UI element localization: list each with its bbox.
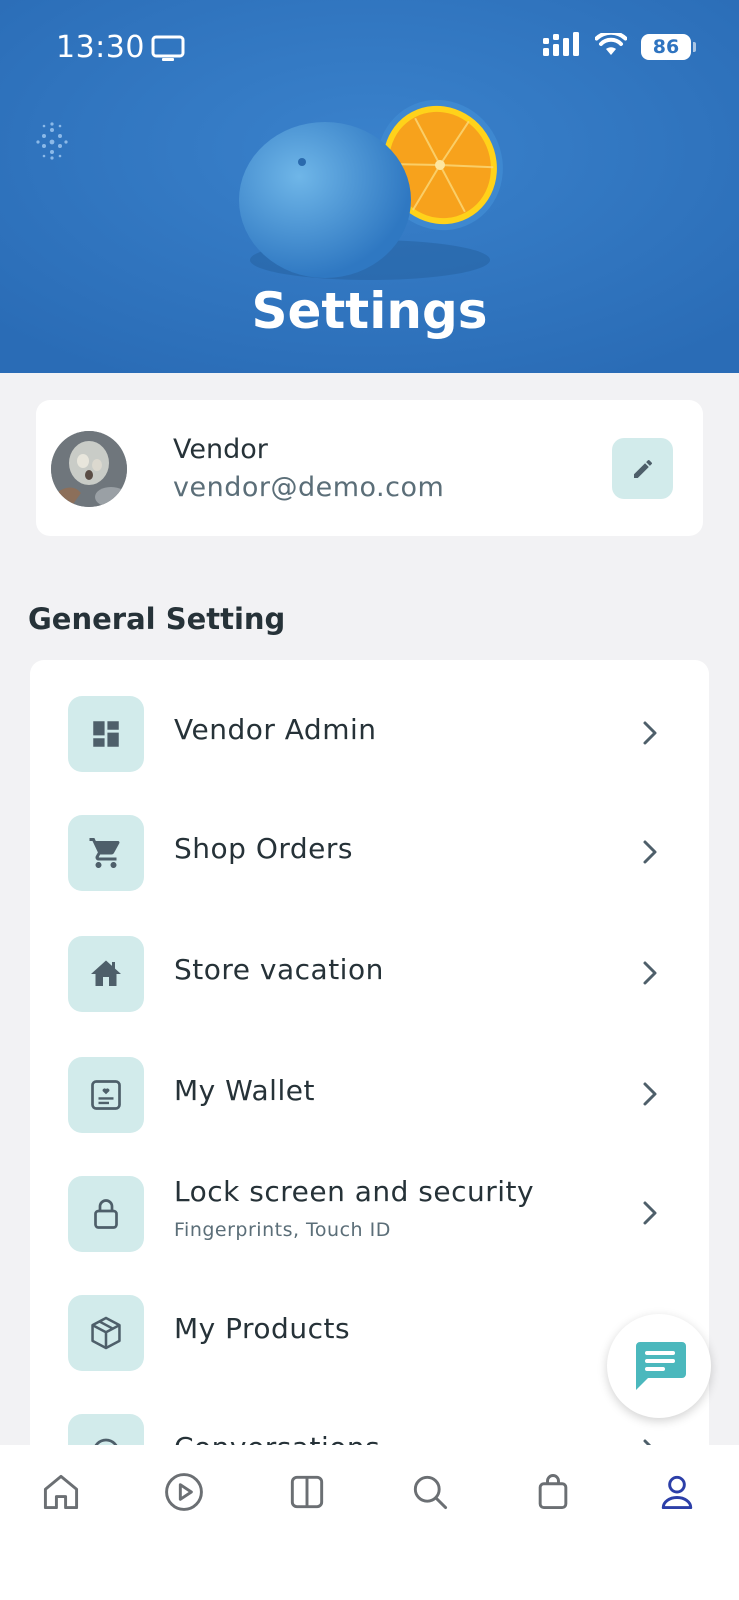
settings-item-label: My Wallet xyxy=(174,1074,315,1107)
cart-icon xyxy=(68,815,144,891)
profile-card[interactable]: Vendor vendor@demo.com xyxy=(36,400,703,536)
status-bar: 13:30 86 xyxy=(0,0,739,100)
status-time: 13:30 xyxy=(56,30,145,65)
settings-item-store-vacation[interactable]: Store vacation xyxy=(30,923,709,1023)
play-icon xyxy=(165,1473,203,1511)
settings-item-label: My Products xyxy=(174,1312,351,1345)
settings-item-label: Lock screen and security xyxy=(174,1175,535,1208)
settings-header: 13:30 86 Settings xyxy=(0,0,739,373)
settings-item-subtitle: Fingerprints, Touch ID xyxy=(174,1219,391,1241)
box-icon xyxy=(68,1295,144,1371)
profile-name: Vendor xyxy=(173,434,268,465)
settings-item-my-wallet[interactable]: My Wallet xyxy=(30,1044,709,1144)
lock-icon xyxy=(68,1176,144,1252)
screen-mirroring-icon xyxy=(151,35,185,67)
message-icon xyxy=(636,1342,686,1390)
nav-play-button[interactable] xyxy=(159,1467,209,1517)
nav-home-button[interactable] xyxy=(36,1467,86,1517)
search-icon xyxy=(413,1475,448,1510)
avatar[interactable] xyxy=(51,431,127,507)
nav-profile-button[interactable] xyxy=(652,1467,702,1517)
bag-icon xyxy=(538,1474,568,1510)
settings-item-vendor-admin[interactable]: Vendor Admin xyxy=(30,683,709,783)
chat-fab-button[interactable] xyxy=(607,1314,711,1418)
profile-icon xyxy=(661,1475,693,1510)
pencil-icon xyxy=(633,459,652,478)
wallet-icon xyxy=(68,1057,144,1133)
settings-item-lock-screen[interactable]: Lock screen and security Fingerprints, T… xyxy=(30,1163,709,1263)
settings-item-label: Shop Orders xyxy=(174,832,353,865)
nav-bag-button[interactable] xyxy=(528,1467,578,1517)
profile-email: vendor@demo.com xyxy=(173,472,445,503)
chevron-right-icon xyxy=(636,1199,664,1227)
chevron-right-icon xyxy=(636,838,664,866)
chevron-right-icon xyxy=(636,959,664,987)
battery-icon: 86 xyxy=(641,34,696,60)
bottom-navigation xyxy=(0,1445,739,1600)
edit-profile-button[interactable] xyxy=(612,438,673,499)
home-icon xyxy=(68,936,144,1012)
dashboard-icon xyxy=(68,696,144,772)
page-title: Settings xyxy=(251,282,488,340)
section-title-general: General Setting xyxy=(28,602,286,636)
cellular-signal-icon xyxy=(543,32,581,62)
settings-item-label: Vendor Admin xyxy=(174,713,377,746)
nav-search-button[interactable] xyxy=(405,1467,455,1517)
settings-item-label: Store vacation xyxy=(174,953,384,986)
layout-icon xyxy=(290,1475,324,1509)
settings-item-shop-orders[interactable]: Shop Orders xyxy=(30,802,709,902)
general-settings-list: Vendor Admin Shop Orders Store vacation xyxy=(30,660,709,1460)
chevron-right-icon xyxy=(636,719,664,747)
chevron-right-icon xyxy=(636,1080,664,1108)
wifi-icon xyxy=(594,30,628,61)
nav-layout-button[interactable] xyxy=(282,1467,332,1517)
home-icon xyxy=(43,1474,79,1510)
